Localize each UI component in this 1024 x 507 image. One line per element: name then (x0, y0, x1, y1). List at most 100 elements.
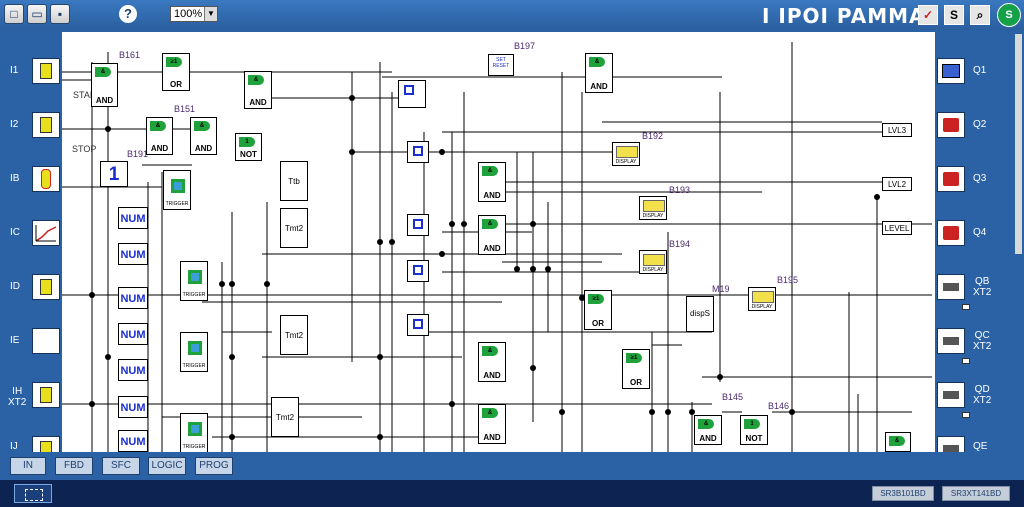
module-icon[interactable] (14, 484, 52, 503)
num-block[interactable]: NUM (118, 207, 148, 229)
and-gate[interactable]: & AND (478, 404, 506, 444)
outputs-panel: Q1 Q2 Q3 Q4 QB XT2 QC XT2 QD XT2 QE (935, 32, 1013, 462)
not-gate[interactable]: 1 NOT (740, 415, 768, 445)
tab-in[interactable]: IN (10, 457, 46, 475)
switch-icon[interactable] (32, 382, 60, 408)
function-block[interactable] (398, 80, 426, 108)
motor-icon[interactable] (937, 58, 965, 84)
or-gate[interactable]: ≥1 OR (622, 349, 650, 389)
timer-block[interactable]: Tmt2 (280, 208, 308, 248)
zoom-select[interactable]: 100% ▼ (170, 6, 218, 22)
zoom-value: 100% (174, 8, 203, 20)
and-gate-icon: & (482, 346, 498, 356)
chart-icon[interactable]: ✓ (918, 5, 938, 25)
input-label: IE (10, 335, 20, 346)
scrollbar-thumb[interactable] (1015, 34, 1022, 254)
new-file-icon[interactable]: □ (4, 4, 24, 24)
display-block[interactable]: DISPLAY (639, 196, 667, 220)
and-gate-icon: & (95, 67, 111, 77)
function-block[interactable] (407, 260, 429, 282)
and-gate[interactable]: & AND (478, 342, 506, 382)
and-gate-icon: & (482, 408, 498, 418)
trigger-block[interactable]: TRIGGER (180, 332, 208, 372)
trigger-block[interactable]: TRIGGER (180, 261, 208, 301)
set-reset-block[interactable]: SET RESET (488, 54, 514, 76)
chevron-down-icon[interactable]: ▼ (204, 7, 217, 21)
switch-icon[interactable] (32, 58, 60, 84)
and-gate[interactable]: & AND (478, 162, 506, 202)
display-screen (752, 291, 774, 303)
thermometer-icon[interactable] (32, 166, 60, 192)
tab-sfc[interactable]: SFC (102, 457, 140, 475)
num-block[interactable]: NUM (118, 396, 148, 418)
output-label: QD XT2 (973, 384, 992, 406)
not-gate-icon: 1 (239, 137, 255, 147)
block-label: B145 (722, 392, 744, 402)
tab-prog[interactable]: PROG (195, 457, 233, 475)
and-gate[interactable]: & AND (146, 117, 173, 155)
timer-block[interactable]: Tmt2 (280, 315, 308, 355)
tab-fbd[interactable]: FBD (55, 457, 93, 475)
output-label: QE (973, 441, 988, 452)
not-gate[interactable]: 1 NOT (235, 133, 262, 161)
trigger-block[interactable]: TRIGGER (180, 413, 208, 452)
faucet-icon[interactable] (937, 382, 965, 408)
tab-logic[interactable]: LOGIC (148, 457, 186, 475)
block-label: B192 (642, 131, 664, 141)
level-block[interactable]: LVL2 (882, 177, 912, 191)
switch-icon[interactable] (32, 274, 60, 300)
display-block[interactable]: DISPLAY (612, 142, 640, 166)
constant-block[interactable]: 1 (100, 161, 128, 187)
open-folder-icon[interactable]: ▭ (27, 4, 47, 24)
function-block[interactable] (407, 314, 429, 336)
timer-block[interactable]: Ttb (280, 161, 308, 201)
fbd-canvas[interactable]: B161 B151 B191 B197 B192 B193 B194 B195 … (62, 32, 935, 452)
num-block[interactable]: NUM (118, 287, 148, 309)
and-gate[interactable]: & AND (585, 53, 613, 93)
toolbar: □ ▭ ▪ ? 100% ▼ I IPOI PAMMA ✓ S ⌕ S (0, 0, 1024, 30)
and-gate[interactable]: & AND (694, 415, 722, 445)
not-gate-icon: 1 (744, 419, 760, 429)
faucet-icon[interactable] (937, 274, 965, 300)
block-label: B195 (777, 275, 799, 285)
valve-icon[interactable] (937, 220, 965, 246)
analog-graph-icon[interactable] (32, 220, 60, 246)
num-block[interactable]: NUM (118, 243, 148, 265)
block-label: B193 (669, 185, 691, 195)
search-icon[interactable]: ⌕ (970, 5, 990, 25)
output-row: QC XT2 (935, 324, 1013, 372)
vertical-scrollbar[interactable] (1013, 32, 1024, 452)
help-icon[interactable]: ? (119, 5, 137, 23)
and-gate[interactable]: & AND (91, 63, 118, 107)
valve-icon[interactable] (937, 166, 965, 192)
empty-input-slot[interactable] (32, 328, 60, 354)
and-gate[interactable]: & AND (478, 215, 506, 255)
save-icon[interactable]: ▪ (50, 4, 70, 24)
valve-icon[interactable] (937, 112, 965, 138)
num-block[interactable]: NUM (118, 430, 148, 452)
input-row: I1 (0, 54, 70, 102)
display-block[interactable]: DISPLAY (639, 250, 667, 274)
faucet-icon[interactable] (937, 328, 965, 354)
function-block[interactable] (407, 141, 429, 163)
switch-icon[interactable] (32, 112, 60, 138)
block-label: B191 (127, 149, 149, 159)
num-block[interactable]: NUM (118, 359, 148, 381)
input-label: I1 (10, 65, 19, 76)
disps-block[interactable]: dispS (686, 296, 714, 332)
timer-block[interactable]: Tmt2 (271, 397, 299, 437)
or-gate[interactable]: ≥1 OR (162, 53, 190, 91)
and-gate-icon: & (889, 436, 905, 446)
function-block[interactable] (407, 214, 429, 236)
num-block[interactable]: NUM (118, 323, 148, 345)
or-gate[interactable]: ≥1 OR (584, 290, 612, 330)
input-label: IJ (10, 441, 18, 452)
and-gate[interactable]: & (885, 432, 911, 452)
trigger-block[interactable]: TRIGGER (163, 170, 191, 210)
level-block[interactable]: LVL3 (882, 123, 912, 137)
level-block[interactable]: LEVEL (882, 221, 912, 235)
and-gate[interactable]: & AND (190, 117, 217, 155)
and-gate[interactable]: & AND (244, 71, 272, 109)
simulation-button[interactable]: S (944, 5, 964, 25)
display-block[interactable]: DISPLAY (748, 287, 776, 311)
